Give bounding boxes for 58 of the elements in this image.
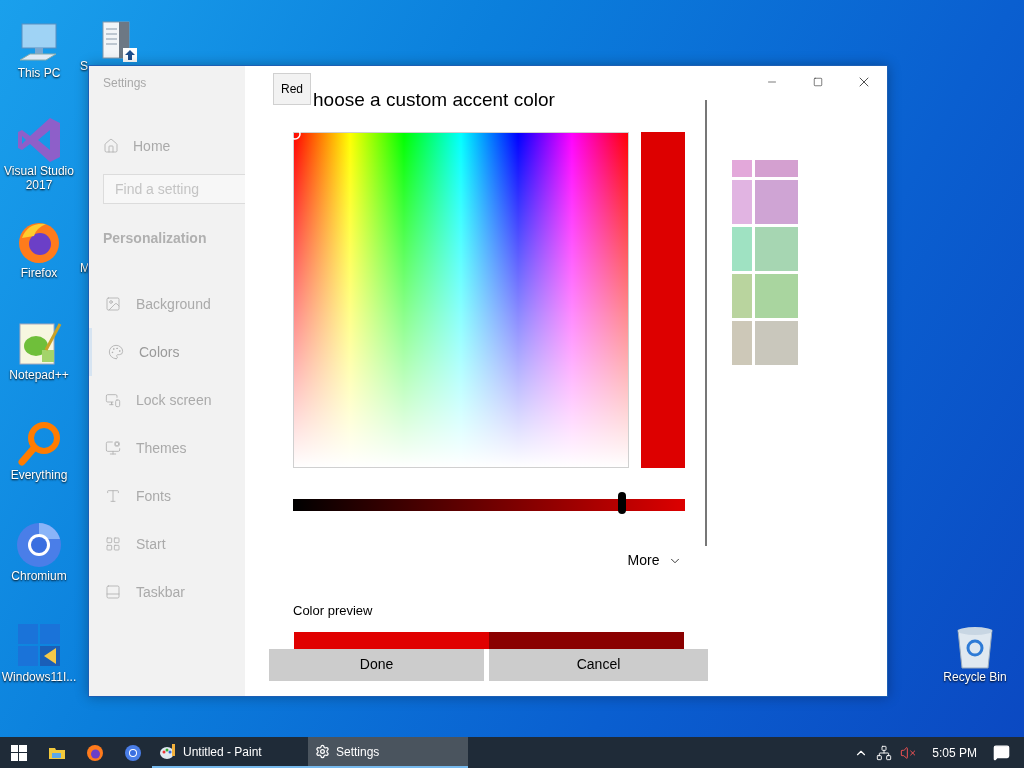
nav-item[interactable]: Fonts <box>89 472 245 520</box>
color-swatch[interactable] <box>731 321 752 365</box>
palette-icon <box>159 742 177 761</box>
color-swatch[interactable] <box>731 180 752 224</box>
fox-globe-icon[interactable] <box>86 743 104 762</box>
desktop-icon-label[interactable]: Chromium <box>11 569 67 583</box>
notifications-icon[interactable] <box>993 744 1010 761</box>
nav-item[interactable]: Taskbar <box>89 568 245 616</box>
nav-item[interactable]: Themes <box>89 424 245 472</box>
nav-item[interactable]: Start <box>89 520 245 568</box>
network-icon[interactable] <box>876 744 893 761</box>
letters-icon <box>105 488 121 504</box>
taskbar-button[interactable]: Settings <box>308 737 468 768</box>
home-icon <box>103 138 119 154</box>
taskbar-icon <box>105 584 121 600</box>
section-heading: Personalization <box>103 229 208 248</box>
dialog-title: hoose a custom accent color <box>313 88 556 112</box>
palette-icon <box>108 344 124 360</box>
brightness-slider[interactable] <box>293 492 685 514</box>
color-swatch[interactable] <box>754 160 798 177</box>
tooltip: Red <box>273 73 311 105</box>
screen-icon <box>105 392 121 408</box>
desktop-icon-label[interactable]: Recycle Bin <box>943 670 1007 684</box>
dialog-button[interactable]: Done <box>269 648 484 681</box>
desktop-icon-label[interactable]: Firefox <box>20 266 58 280</box>
slider-thumb[interactable] <box>618 492 627 514</box>
more-button[interactable]: More <box>627 550 682 571</box>
desktop-icon-label[interactable]: This PC <box>17 66 61 80</box>
notepad-icon <box>16 320 62 368</box>
desktop-icon-label[interactable]: S <box>80 59 88 73</box>
home-link[interactable]: Home <box>103 136 245 156</box>
nav-item[interactable]: Lock screen <box>89 376 245 424</box>
desktop-icon-label[interactable]: Windows11I... <box>1 670 77 684</box>
magnifier-icon <box>16 420 62 468</box>
windows-logo-icon[interactable] <box>11 744 27 761</box>
chromium-icon[interactable] <box>124 743 142 762</box>
infinity-logo-icon <box>16 116 62 164</box>
color-swatch[interactable] <box>754 227 798 271</box>
tiles-icon <box>105 536 121 552</box>
color-swatch[interactable] <box>731 227 752 271</box>
desktop-icon-label[interactable]: Visual Studio 2017 <box>0 164 78 192</box>
color-spectrum[interactable] <box>293 132 629 468</box>
desktop-icon-label[interactable]: Everything <box>10 468 68 482</box>
recycle-bin-icon <box>954 626 996 670</box>
preview-label: Color preview <box>293 602 374 620</box>
color-swatch[interactable] <box>754 274 798 318</box>
clock[interactable]: 5:05 PM <box>932 743 977 762</box>
nav-item[interactable]: Background <box>89 280 245 328</box>
picture-frame-icon <box>105 296 121 312</box>
color-swatch[interactable] <box>754 180 798 224</box>
chromium-icon <box>16 521 62 569</box>
color-swatch[interactable] <box>754 321 798 365</box>
dialog-button[interactable]: Cancel <box>489 648 708 681</box>
gear-icon <box>315 744 330 759</box>
color-swatch[interactable] <box>731 274 752 318</box>
desktop-icon-label[interactable]: Notepad++ <box>9 368 69 382</box>
window-title: Settings <box>103 75 148 92</box>
muted-speaker-icon[interactable] <box>900 744 917 761</box>
